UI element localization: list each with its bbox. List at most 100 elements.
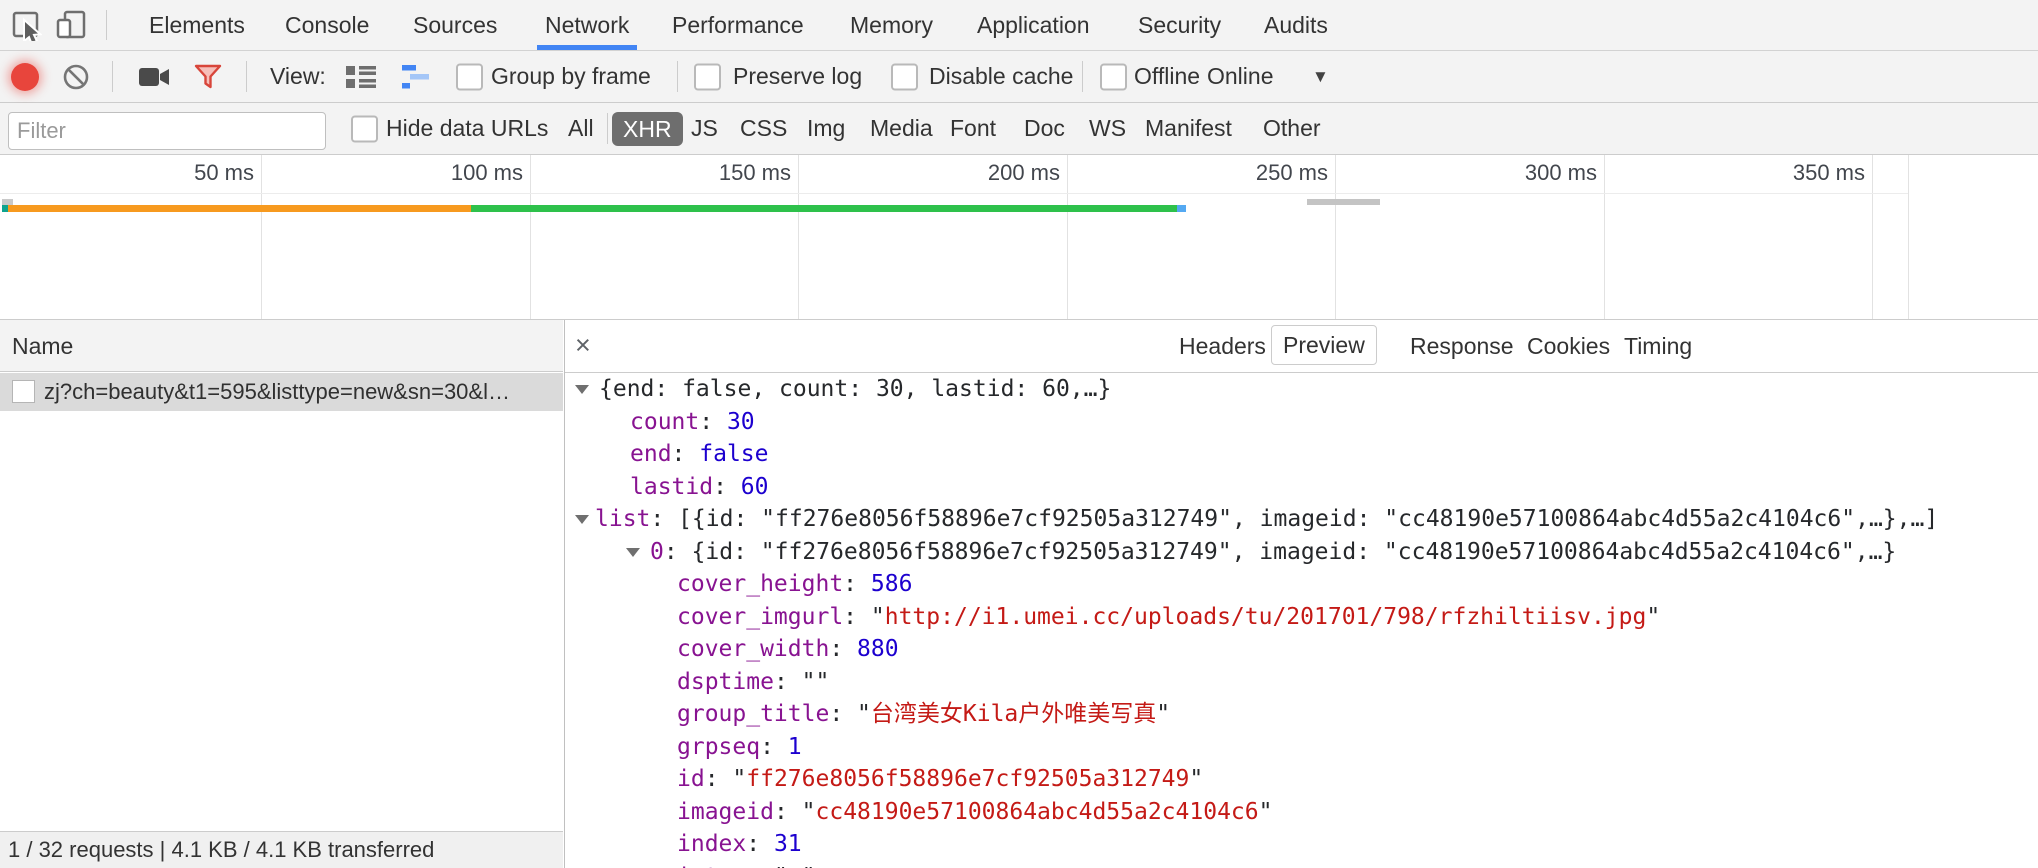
tab-memory[interactable]: Memory xyxy=(850,0,933,50)
gridline xyxy=(261,155,262,319)
preview-line-text: {end: false, count: 30, lastid: 60,…} xyxy=(599,373,1111,406)
show-overview-icon[interactable] xyxy=(401,64,433,95)
device-toolbar-icon[interactable] xyxy=(56,10,86,45)
preview-line-text: intro: "…" xyxy=(677,861,816,868)
tab-sources[interactable]: Sources xyxy=(413,0,497,50)
tick-label: 350 ms xyxy=(1793,160,1865,186)
inspector-tabbar: Elements Console Sources Network Performance… xyxy=(0,0,2038,51)
request-row[interactable]: zj?ch=beauty&t1=595&listtype=new&sn=30&l… xyxy=(0,373,563,411)
filter-type-manifest[interactable]: Manifest xyxy=(1145,103,1232,154)
preview-line: cover_height: 586 xyxy=(565,568,2038,601)
screenshot-camera-icon[interactable] xyxy=(138,65,172,94)
view-label: View: xyxy=(270,51,326,102)
disable-cache-checkbox[interactable] xyxy=(891,63,918,90)
waiting-ttfb-bar xyxy=(471,205,1177,212)
filter-type-doc[interactable]: Doc xyxy=(1024,103,1065,154)
preview-line: dsptime: "" xyxy=(565,666,2038,699)
preview-line: imageid: "cc48190e57100864abc4d55a2c4104… xyxy=(565,796,2038,829)
tick-label: 100 ms xyxy=(451,160,523,186)
filter-type-ws[interactable]: WS xyxy=(1089,103,1126,154)
filter-type-xhr[interactable]: XHR xyxy=(612,112,683,146)
preview-line[interactable]: {end: false, count: 30, lastid: 60,…} xyxy=(565,373,2038,406)
preview-line[interactable]: list: [{id: "ff276e8056f58896e7cf92505a3… xyxy=(565,503,2038,536)
expand-arrow-icon[interactable] xyxy=(575,515,589,524)
detail-tab-headers[interactable]: Headers xyxy=(1179,320,1266,372)
preview-line: group_title: "台湾美女Kila户外唯美写真" xyxy=(565,698,2038,731)
offline-label: Offline xyxy=(1134,51,1200,102)
name-column-header[interactable]: Name xyxy=(0,320,563,372)
tab-performance[interactable]: Performance xyxy=(672,0,804,50)
active-tab-underline xyxy=(537,45,637,50)
timeline-overview[interactable]: 50 ms100 ms150 ms200 ms250 ms300 ms350 m… xyxy=(0,155,2038,320)
preview-line-text: id: "ff276e8056f58896e7cf92505a312749" xyxy=(677,763,1203,796)
gridline xyxy=(798,155,799,319)
tick-label: 200 ms xyxy=(988,160,1060,186)
inspect-element-icon[interactable] xyxy=(12,11,42,46)
filter-type-all[interactable]: All xyxy=(568,103,594,154)
close-icon[interactable]: × xyxy=(575,320,591,370)
tick-label: 150 ms xyxy=(719,160,791,186)
preview-line: intro: "…" xyxy=(565,861,2038,868)
large-request-rows-icon[interactable] xyxy=(345,64,377,95)
preview-line-text: dsptime: "" xyxy=(677,666,829,699)
tick-label: 50 ms xyxy=(194,160,254,186)
filter-type-js[interactable]: JS xyxy=(691,103,718,154)
expand-arrow-icon[interactable] xyxy=(626,548,640,557)
record-button[interactable] xyxy=(11,63,39,91)
gridline xyxy=(530,155,531,319)
preview-line-text: end: false xyxy=(630,438,769,471)
content-download-bar xyxy=(1177,205,1186,212)
throttling-select[interactable]: Online xyxy=(1207,51,1273,102)
filter-type-css[interactable]: CSS xyxy=(740,103,787,154)
gridline xyxy=(1872,155,1873,319)
preview-line-text: index: 31 xyxy=(677,828,802,861)
filter-type-other[interactable]: Other xyxy=(1263,103,1321,154)
overview-right-edge xyxy=(1908,155,1909,319)
preview-line-text: cover_imgurl: "http://i1.umei.cc/uploads… xyxy=(677,601,1660,634)
preview-line[interactable]: 0: {id: "ff276e8056f58896e7cf92505a31274… xyxy=(565,536,2038,569)
offline-checkbox[interactable] xyxy=(1100,63,1127,90)
group-by-frame-checkbox[interactable] xyxy=(456,63,483,90)
divider xyxy=(1082,61,1083,92)
preview-line: grpseq: 1 xyxy=(565,731,2038,764)
filter-type-font[interactable]: Font xyxy=(950,103,996,154)
divider xyxy=(112,61,113,92)
filter-type-media[interactable]: Media xyxy=(870,103,933,154)
request-name: zj?ch=beauty&t1=595&listtype=new&sn=30&l… xyxy=(44,373,510,411)
tick-label: 300 ms xyxy=(1525,160,1597,186)
gridline xyxy=(1335,155,1336,319)
request-list-pane: Name zj?ch=beauty&t1=595&listtype=new&sn… xyxy=(0,320,563,868)
preview-line-text: cover_height: 586 xyxy=(677,568,912,601)
request-icon xyxy=(12,380,35,403)
tab-network[interactable]: Network xyxy=(545,0,629,50)
preserve-log-label: Preserve log xyxy=(733,51,862,102)
filter-input[interactable] xyxy=(8,112,326,150)
tab-security[interactable]: Security xyxy=(1138,0,1221,50)
tab-audits[interactable]: Audits xyxy=(1264,0,1328,50)
detail-tab-timing[interactable]: Timing xyxy=(1624,320,1692,372)
tab-application[interactable]: Application xyxy=(977,0,1090,50)
clear-icon[interactable] xyxy=(62,63,90,96)
detail-tab-preview[interactable]: Preview xyxy=(1271,325,1377,365)
tab-elements[interactable]: Elements xyxy=(149,0,245,50)
json-preview-tree: {end: false, count: 30, lastid: 60,…}cou… xyxy=(565,373,2038,868)
filter-type-img[interactable]: Img xyxy=(807,103,845,154)
network-toolbar: View: Group by frame Preserve log Disab xyxy=(0,51,2038,103)
request-detail-pane: × HeadersPreview ResponseCookies Timing {e… xyxy=(564,320,2038,868)
filter-funnel-icon[interactable] xyxy=(194,63,222,96)
divider xyxy=(607,113,608,144)
preview-line-text: grpseq: 1 xyxy=(677,731,802,764)
detail-tab-cookies[interactable]: Cookies xyxy=(1527,320,1610,372)
preserve-log-checkbox[interactable] xyxy=(694,63,721,90)
preview-line: end: false xyxy=(565,438,2038,471)
queueing-bar-2 xyxy=(1307,199,1380,205)
preview-line: id: "ff276e8056f58896e7cf92505a312749" xyxy=(565,763,2038,796)
initial-connection-bar xyxy=(8,205,471,212)
tab-console[interactable]: Console xyxy=(285,0,369,50)
expand-arrow-icon[interactable] xyxy=(575,385,589,394)
preview-line-text: list: [{id: "ff276e8056f58896e7cf92505a3… xyxy=(595,503,1938,536)
detail-tab-response[interactable]: Response xyxy=(1410,320,1514,372)
status-bar: 1 / 32 requests | 4.1 KB / 4.1 KB transf… xyxy=(0,831,563,868)
chevron-down-icon[interactable]: ▼ xyxy=(1312,51,1329,102)
hide-data-urls-checkbox[interactable] xyxy=(351,115,378,142)
